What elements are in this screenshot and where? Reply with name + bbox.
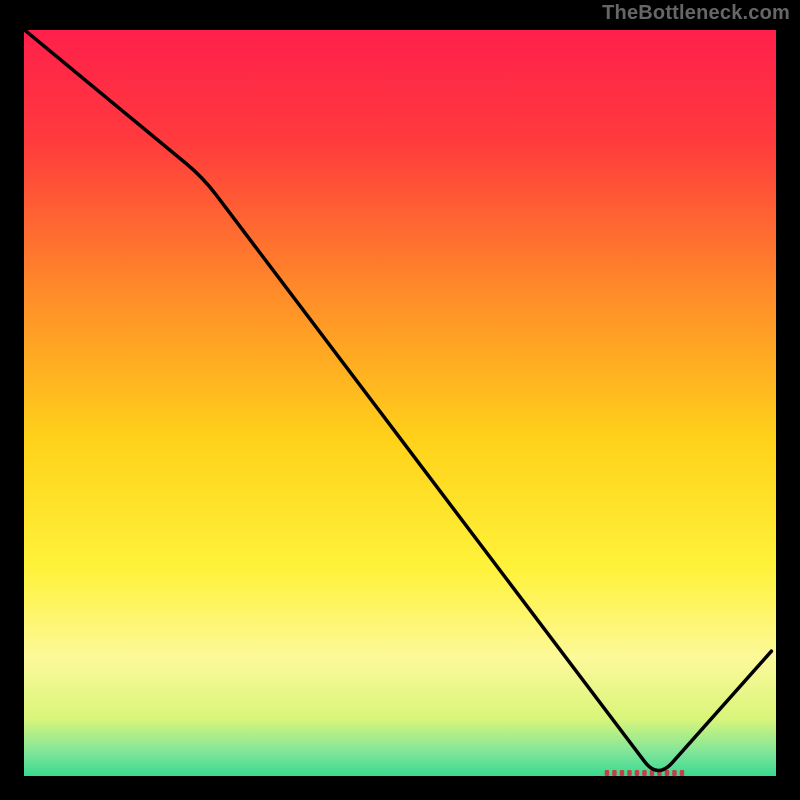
watermark-text: TheBottleneck.com (602, 2, 790, 25)
bottleneck-chart (0, 0, 800, 800)
gradient-background (21, 27, 779, 779)
optimal-zone-marker (605, 770, 685, 776)
chart-stage: TheBottleneck.com (0, 0, 800, 800)
